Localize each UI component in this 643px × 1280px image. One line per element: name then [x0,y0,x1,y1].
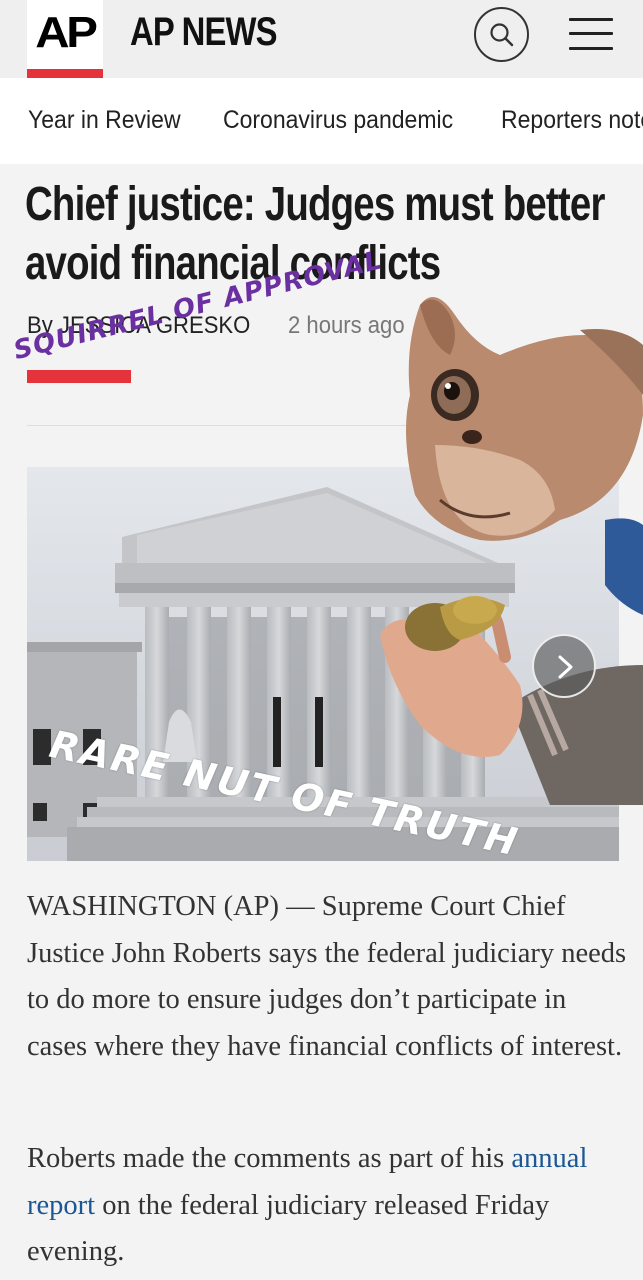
logo-accent-bar [27,69,103,78]
menu-button[interactable] [569,16,613,52]
squirrel-sticker [380,297,643,805]
hamburger-icon [569,18,613,21]
topic-nav: Year in Review Coronavirus pandemic Repo… [0,78,643,164]
hamburger-line [569,47,613,50]
logo-text: AP [35,8,98,57]
hamburger-line [569,32,613,35]
paragraph-text: on the federal judiciary released Friday… [27,1189,550,1268]
divider [27,425,407,426]
paragraph-text: Roberts made the comments as part of his [27,1143,512,1174]
ap-logo[interactable]: AP [27,0,103,78]
article-paragraph: Roberts made the comments as part of his… [27,1136,627,1276]
next-photo-button[interactable] [532,634,596,698]
nav-item-reporters-notebook[interactable]: Reporters notebook [501,106,643,135]
article-paragraph: WASHINGTON (AP) — Supreme Court Chief Ju… [27,891,627,1062]
chevron-right-icon [558,655,573,679]
site-header: AP AP NEWS [0,0,643,78]
search-button[interactable] [474,7,529,62]
nav-item-coronavirus[interactable]: Coronavirus pandemic [223,106,453,135]
accent-rule [27,370,131,383]
brand-title[interactable]: AP NEWS [130,10,278,55]
search-icon [490,23,514,47]
nav-item-year-in-review[interactable]: Year in Review [28,106,181,135]
